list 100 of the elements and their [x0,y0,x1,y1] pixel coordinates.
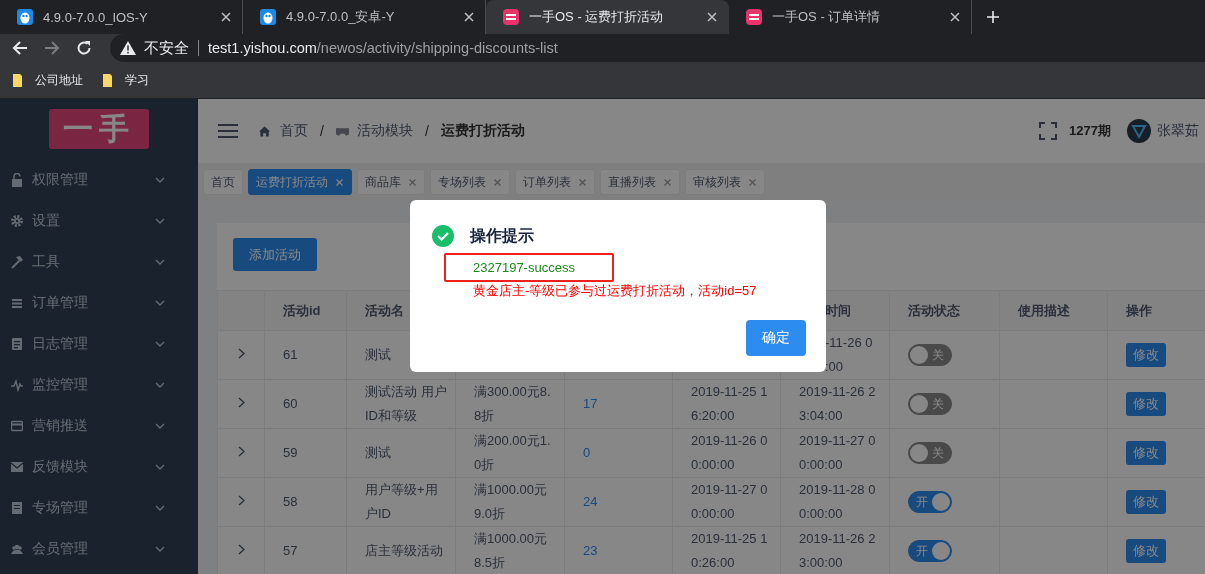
browser-tab[interactable]: 一手OS - 运费打折活动 [486,0,729,34]
column-header: 活动id [283,302,321,318]
edit-button[interactable]: 修改 [1126,539,1166,563]
sidebar-item[interactable]: 设置 [0,200,198,241]
sidebar-item[interactable]: 日志管理 [0,323,198,364]
page-tab[interactable]: 商品库 [357,169,425,195]
sidebar-item[interactable]: 权限管理 [0,159,198,200]
edit-button[interactable]: 修改 [1126,441,1166,465]
sidebar-item[interactable]: 反馈模块 [0,446,198,487]
card-icon [11,418,23,433]
page-tab[interactable]: 专场列表 [430,169,510,195]
table-cell: 60 [283,396,298,411]
count-link[interactable]: 0 [583,445,591,460]
mascot-icon [260,9,276,25]
table-cell: 2019-11-27 00:00:00 [799,433,876,472]
fullscreen-icon[interactable] [1039,122,1058,140]
menu-icon[interactable] [218,123,238,139]
lock-icon [11,172,23,187]
home-icon [259,125,272,137]
breadcrumb-link[interactable]: 活动模块 [335,122,413,140]
toggle-switch[interactable]: 开 [908,540,952,562]
breadcrumb-link[interactable]: 首页 [259,122,308,140]
page-tab[interactable]: 首页 [203,169,243,195]
sidebar-item[interactable]: 专场管理 [0,487,198,528]
count-link[interactable]: 23 [583,543,598,558]
avatar-icon[interactable] [1127,119,1151,143]
pulse-icon [11,377,23,392]
table-cell: 61 [283,347,298,362]
document-icon [11,336,23,351]
bookmark[interactable]: 学习 [103,71,149,89]
url-host: test1.yishou.com [208,40,317,56]
dialog-message: 2327197-success [444,253,614,282]
sidebar-item[interactable]: 监控管理 [0,364,198,405]
close-icon[interactable] [949,11,961,23]
table-cell: 满300.00元8.8折 [474,384,551,423]
column-header: 活动状态 [908,302,960,318]
count-link[interactable]: 24 [583,494,598,509]
success-icon [432,225,454,247]
add-button[interactable]: 添加活动 [233,238,317,271]
table-cell: 满1000.00元8.5折 [474,531,547,570]
dialog-title: 操作提示 [470,225,534,246]
address-bar[interactable]: 不安全 test1.yishou.com/newos/activity/shipping-discounts-list [110,34,1205,62]
table-cell: 店主等级活动 [365,543,443,558]
table-cell: 2019-11-26 00:00:00 [691,433,768,472]
table-cell: 满200.00元1.0折 [474,433,551,472]
table-cell: 2019-11-26 23:00:00 [799,531,876,570]
table-cell: 2019-11-27 00:00:00 [691,482,768,521]
expand-icon[interactable] [238,397,245,408]
edit-button[interactable]: 修改 [1126,490,1166,514]
table-cell: 测试 [365,347,391,362]
count-link[interactable]: 17 [583,396,598,411]
table-cell: 测试活动 用户ID和等级 [365,384,447,423]
table-cell: -11-26 0 :00 [825,335,873,374]
table-cell: 2019-11-25 16:20:00 [691,384,768,423]
user-name[interactable]: 张翠茹 [1157,122,1199,140]
back-icon[interactable] [12,40,28,56]
reload-icon[interactable] [76,40,92,56]
close-icon[interactable] [706,11,718,23]
dialog-message: 黄金店主-等级已参与过运费打折活动，活动id=57 [472,282,758,300]
hammer-icon [11,254,23,269]
folder-icon [103,73,115,87]
edit-button[interactable]: 修改 [1126,343,1166,367]
expand-icon[interactable] [238,544,245,555]
mascot-icon [17,9,33,25]
edit-button[interactable]: 修改 [1126,392,1166,416]
envelope-icon [11,459,23,474]
page-tab[interactable]: 审核列表 [685,169,765,195]
column-header: 活动名 [365,302,404,318]
table-cell: 2019-11-26 23:04:00 [799,384,876,423]
column-header: 使用描述 [1018,302,1070,318]
breadcrumb-separator: / [320,123,324,139]
settings-icon [11,213,23,228]
bookmark[interactable]: 公司地址 [13,71,83,89]
expand-icon[interactable] [238,446,245,457]
page-tab[interactable]: 订单列表 [515,169,595,195]
expand-icon[interactable] [238,495,245,506]
close-icon[interactable] [463,11,475,23]
column-header: 操作 [1126,302,1152,318]
url-path: /newos/activity/shipping-discounts-list [316,40,558,56]
document-icon [11,500,23,515]
table-cell: 57 [283,543,298,558]
table-cell: 58 [283,494,298,509]
sidebar-item[interactable]: 订单管理 [0,282,198,323]
folder-icon [13,73,25,87]
app-icon [503,9,519,25]
page-tab[interactable]: 直播列表 [600,169,680,195]
sidebar-item[interactable]: 营销推送 [0,405,198,446]
breadcrumb-separator: / [424,123,429,139]
new-tab-icon[interactable] [986,10,1000,24]
table-cell: 2019-11-28 00:00:00 [799,482,876,521]
page-tab[interactable]: 运费打折活动 [248,169,352,195]
sidebar-item[interactable]: 会员管理 [0,528,198,569]
sidebar-item[interactable]: 工具 [0,241,198,282]
toggle-switch[interactable]: 开 [908,491,952,513]
logo: 一手 [49,109,149,149]
table-cell: 2019-11-25 10:26:00 [691,531,768,570]
confirm-button[interactable]: 确定 [746,320,806,356]
close-icon[interactable] [220,11,232,23]
expand-icon[interactable] [238,348,245,359]
app-icon [746,9,762,25]
